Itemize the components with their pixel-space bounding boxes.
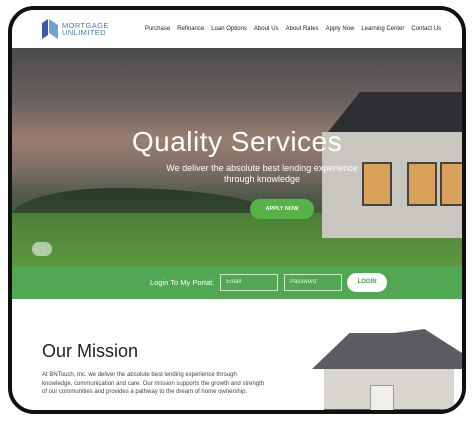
nav-contact-us[interactable]: Contact Us: [411, 26, 441, 32]
mission-house-roof: [312, 329, 462, 369]
password-field[interactable]: [284, 273, 343, 291]
hero-banner: Quality Services We deliver the absolute…: [12, 48, 462, 266]
hero-house-window: [440, 162, 462, 206]
nav-about-rates[interactable]: About Rates: [286, 26, 319, 32]
login-button[interactable]: LOGIN: [347, 272, 388, 292]
nav-refinance[interactable]: Refinance: [177, 26, 204, 32]
hero-house-window: [407, 162, 437, 206]
logo-line-2: UNLIMITED: [62, 28, 107, 37]
site-header: MORTGAGE UNLIMITED Purchase Refinance Lo…: [12, 10, 462, 48]
portal-label: Login To My Portal:: [150, 277, 215, 287]
browser-frame: MORTGAGE UNLIMITED Purchase Refinance Lo…: [8, 6, 466, 414]
hero-title: Quality Services: [131, 126, 343, 157]
mission-house-door: [370, 385, 394, 410]
slider-control[interactable]: [32, 242, 52, 256]
main-nav: Purchase Refinance Loan Options About Us…: [145, 26, 441, 32]
mission-house-image: [312, 321, 462, 410]
nav-learning-center[interactable]: Learning Center: [361, 26, 404, 32]
nav-about-us[interactable]: About Us: [254, 26, 279, 32]
mission-title: Our Mission: [42, 341, 139, 361]
hero-subtitle: We deliver the absolute best lending exp…: [166, 163, 358, 184]
logo-mark-icon: [42, 19, 58, 39]
apply-now-button[interactable]: APPLY NOW: [250, 199, 314, 219]
logo[interactable]: MORTGAGE UNLIMITED: [42, 19, 109, 39]
mission-text: At BNTouch, Inc. we deliver the absolute…: [42, 372, 265, 395]
portal-login-bar: Login To My Portal: LOGIN: [12, 265, 462, 299]
nav-purchase[interactable]: Purchase: [145, 26, 170, 32]
logo-text: MORTGAGE UNLIMITED: [62, 22, 109, 37]
email-field[interactable]: [220, 273, 279, 291]
nav-loan-options[interactable]: Loan Options: [211, 26, 247, 32]
hero-house-window: [362, 162, 392, 206]
nav-apply-now[interactable]: Apply Now: [326, 26, 355, 32]
mission-section: Our Mission At BNTouch, Inc. we deliver …: [12, 299, 462, 410]
hero-tree-line: [12, 188, 273, 216]
